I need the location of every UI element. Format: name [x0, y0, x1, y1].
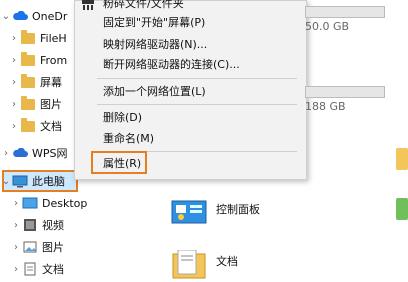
menu-item-delete[interactable]: 删除(D): [103, 109, 142, 127]
drive-usage-bar: [305, 86, 385, 98]
nav-item-videos[interactable]: › 视频: [10, 215, 64, 235]
folder-icon: [20, 29, 36, 45]
nav-item-onedrive[interactable]: ⌄ OneDr: [0, 6, 68, 26]
nav-item-label: 图片: [40, 98, 62, 111]
nav-item-documents[interactable]: › 文档: [10, 259, 64, 279]
folder-icon: [20, 73, 36, 89]
nav-item-label: 屏幕: [40, 76, 62, 89]
nav-item-label: 图片: [42, 241, 64, 254]
menu-item-pin-to-start[interactable]: 固定到"开始"屏幕(P): [103, 14, 205, 32]
menu-item-shred[interactable]: 粉碎文件/文件夹: [103, 0, 184, 13]
folder-icon: [20, 117, 36, 133]
nav-item-label: OneDr: [32, 9, 68, 23]
chevron-right-icon[interactable]: ›: [8, 121, 20, 132]
drive-free-space: 50.0 GB: [305, 20, 350, 33]
cloud-icon: [12, 146, 28, 160]
menu-separator: [97, 104, 297, 105]
nav-item-label: 此电脑: [32, 175, 65, 188]
chevron-right-icon[interactable]: ›: [10, 220, 22, 231]
nav-item-folder[interactable]: › 文档: [8, 116, 62, 136]
shred-icon: [81, 0, 95, 14]
chevron-right-icon[interactable]: ›: [8, 55, 20, 66]
desktop-icon: [22, 196, 38, 210]
computer-icon: [12, 174, 28, 188]
context-menu: 粉碎文件/文件夹 固定到"开始"屏幕(P) 映射网络驱动器(N)... 断开网络…: [74, 0, 307, 180]
nav-item-label: 文档: [42, 263, 64, 276]
pictures-icon: [22, 240, 38, 254]
menu-separator: [97, 78, 297, 79]
nav-item-pictures[interactable]: › 图片: [10, 237, 64, 257]
menu-item-add-network-location[interactable]: 添加一个网络位置(L): [103, 83, 206, 101]
chevron-down-icon[interactable]: ⌄: [0, 176, 12, 187]
chevron-right-icon[interactable]: ›: [8, 33, 20, 44]
cloud-icon: [12, 9, 28, 23]
folder-icon: [20, 95, 36, 111]
control-panel-icon[interactable]: [168, 198, 210, 228]
nav-item-folder[interactable]: › 屏幕: [8, 72, 62, 92]
menu-item-rename[interactable]: 重命名(M): [103, 130, 154, 148]
drive-usage-bar: [305, 6, 385, 18]
folder-icon: [20, 51, 36, 67]
control-panel-label[interactable]: 控制面板: [216, 201, 260, 217]
nav-item-label: WPS网: [32, 147, 68, 160]
video-icon: [22, 218, 38, 232]
nav-item-folder[interactable]: › 图片: [8, 94, 62, 114]
folder-icon[interactable]: [396, 148, 408, 170]
nav-item-label: FileH: [40, 31, 67, 45]
menu-item-map-network-drive[interactable]: 映射网络驱动器(N)...: [103, 36, 207, 54]
documents-folder-icon[interactable]: [168, 250, 210, 280]
menu-item-disconnect-network-drive[interactable]: 断开网络驱动器的连接(C)...: [103, 56, 240, 74]
chevron-down-icon[interactable]: ⌄: [0, 11, 12, 22]
chevron-right-icon[interactable]: ›: [10, 198, 22, 209]
nav-item-label: 文档: [40, 120, 62, 133]
drive-free-space: 188 GB: [305, 100, 346, 113]
chevron-right-icon[interactable]: ›: [0, 148, 12, 159]
nav-item-label: Desktop: [42, 196, 88, 210]
folder-icon[interactable]: [396, 198, 408, 220]
nav-item-this-pc[interactable]: ⌄ 此电脑: [0, 171, 65, 191]
nav-item-folder[interactable]: › From: [8, 50, 67, 70]
documents-label[interactable]: 文档: [216, 253, 238, 269]
menu-item-properties[interactable]: 属性(R): [103, 155, 141, 173]
nav-item-label: 视频: [42, 219, 64, 232]
chevron-right-icon[interactable]: ›: [8, 99, 20, 110]
chevron-right-icon[interactable]: ›: [10, 264, 22, 275]
nav-item-wps-network[interactable]: › WPS网: [0, 143, 68, 163]
document-icon: [22, 262, 38, 276]
chevron-right-icon[interactable]: ›: [10, 242, 22, 253]
nav-item-desktop[interactable]: › Desktop: [10, 193, 87, 213]
nav-item-label: From: [40, 53, 68, 67]
chevron-right-icon[interactable]: ›: [8, 77, 20, 88]
nav-item-folder[interactable]: › FileH: [8, 28, 67, 48]
